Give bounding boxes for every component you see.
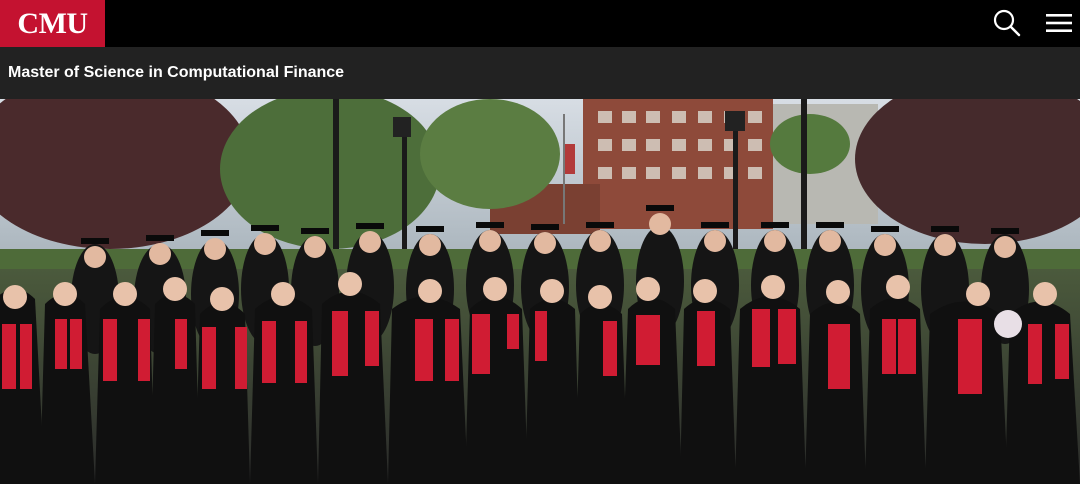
program-title[interactable]: Master of Science in Computational Finan… xyxy=(8,64,344,82)
photo-illustration xyxy=(0,99,1080,484)
logo-text: CMU xyxy=(17,6,88,40)
graduation-group-photo xyxy=(0,99,1080,484)
search-icon xyxy=(993,9,1021,37)
top-navigation-bar: CMU xyxy=(0,0,1080,47)
search-button[interactable] xyxy=(990,6,1024,40)
hamburger-menu-icon xyxy=(1046,14,1072,32)
cmu-logo[interactable]: CMU xyxy=(0,0,105,47)
program-title-bar: Master of Science in Computational Finan… xyxy=(0,47,1080,99)
menu-button[interactable] xyxy=(1042,6,1076,40)
